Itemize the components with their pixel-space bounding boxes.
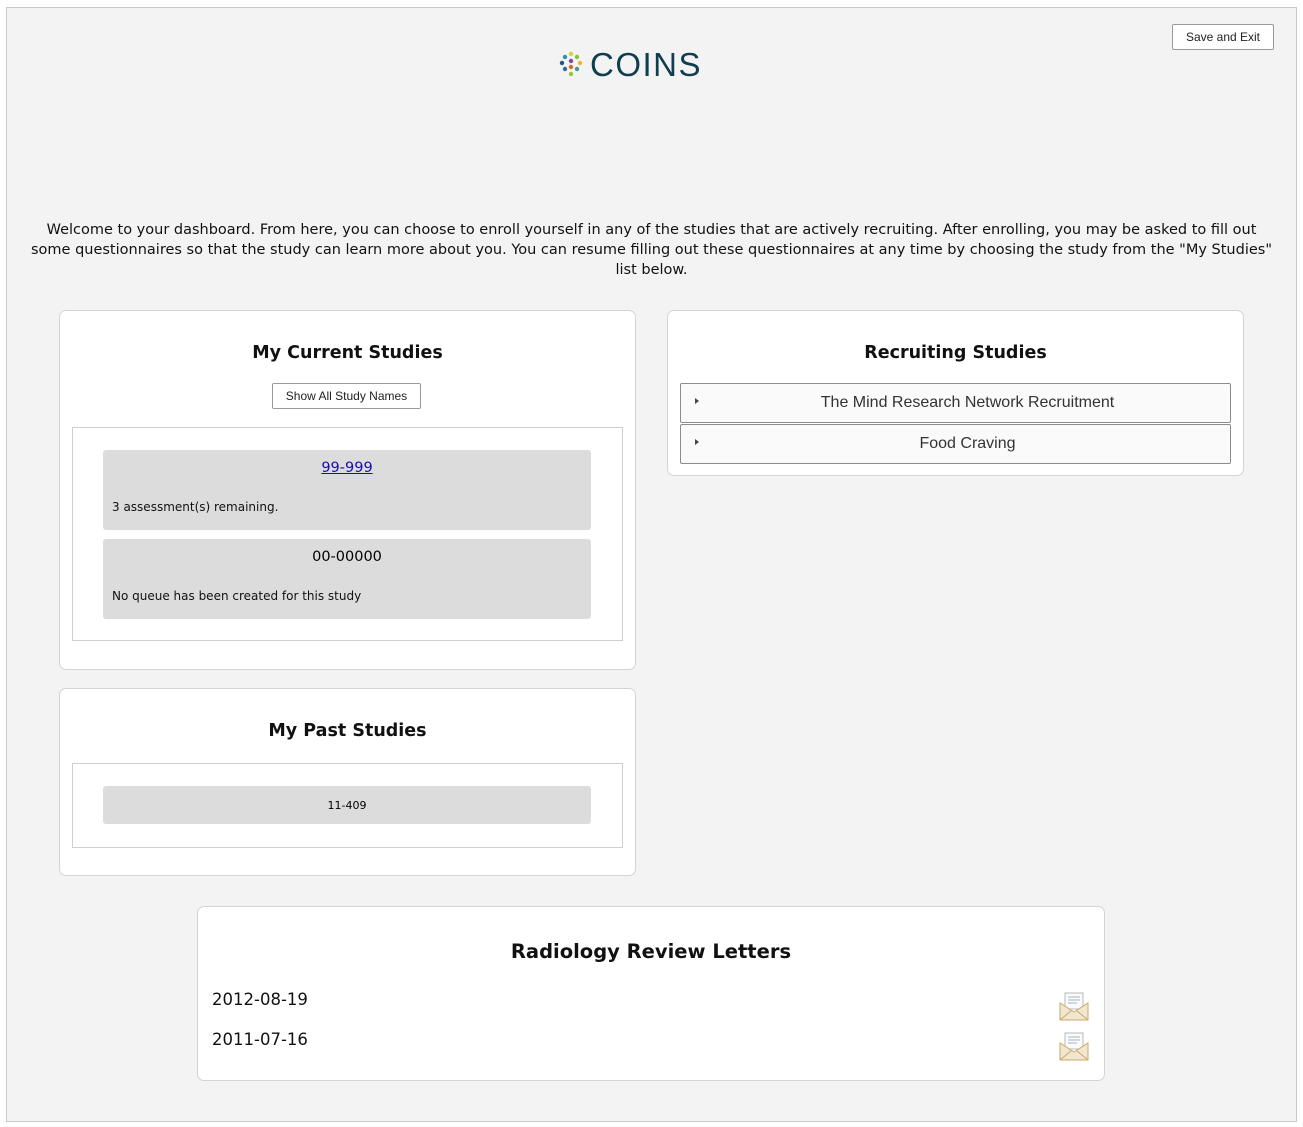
past-studies-list: 11-409 [72,763,623,848]
expand-arrow-icon [695,439,699,445]
envelope-letter-icon[interactable] [1058,990,1090,1022]
logo-text: COINS [590,45,703,83]
past-study-item: 11-409 [103,786,591,824]
current-studies-title: My Current Studies [252,343,443,363]
recruiting-study-label: The Mind Research Network Recruitment [820,394,1115,411]
study-id: 00-00000 [312,549,382,565]
welcome-message: Welcome to your dashboard. From here, yo… [30,222,1273,278]
study-status-note: 3 assessment(s) remaining. [112,500,279,514]
past-studies-panel: My Past Studies 11-409 [59,688,636,876]
letter-row: 2012-08-19 [212,990,1090,1026]
study-status-note: No queue has been created for this study [112,589,362,603]
coins-logo: COINS [558,44,702,84]
save-and-exit-button[interactable]: Save and Exit [1172,24,1274,50]
expand-arrow-icon [695,398,699,404]
letter-date: 2011-07-16 [212,1030,308,1049]
recruiting-studies-panel: Recruiting Studies The Mind Research Net… [667,310,1244,476]
past-studies-title: My Past Studies [268,721,427,741]
coins-logo-icon [559,51,583,77]
current-studies-panel: My Current Studies Show All Study Names … [59,310,636,670]
study-card: 99-999 3 assessment(s) remaining. [103,450,591,530]
envelope-letter-icon[interactable] [1058,1030,1090,1062]
show-all-study-names-button[interactable]: Show All Study Names [272,383,421,409]
current-studies-list: 99-999 3 assessment(s) remaining. 00-000… [72,427,623,641]
study-card: 00-00000 No queue has been created for t… [103,539,591,619]
radiology-letters-panel: Radiology Review Letters 2012-08-19 2011… [197,906,1105,1081]
recruiting-studies-title: Recruiting Studies [864,343,1047,363]
study-link[interactable]: 99-999 [103,460,591,476]
recruiting-study-item[interactable]: The Mind Research Network Recruitment [680,383,1231,423]
radiology-letters-title: Radiology Review Letters [510,940,792,963]
letter-date: 2012-08-19 [212,990,308,1009]
letter-row: 2011-07-16 [212,1030,1090,1066]
recruiting-study-label: Food Craving [919,435,1016,452]
recruiting-study-item[interactable]: Food Craving [680,424,1231,464]
